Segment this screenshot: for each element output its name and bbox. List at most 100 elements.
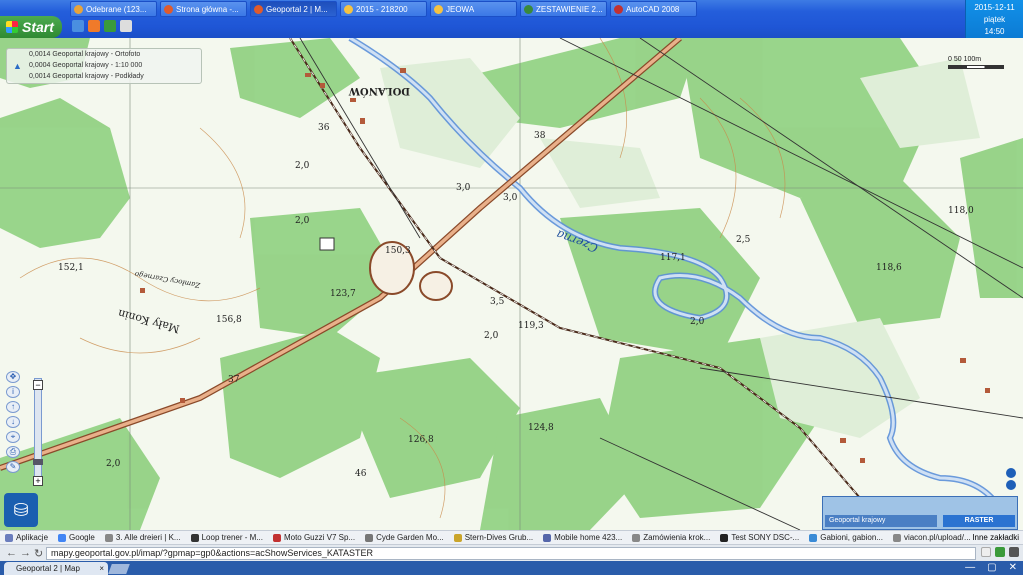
- task-label: Geoportal 2 | M...: [266, 4, 328, 14]
- window-controls: — ▢ ✕: [965, 562, 1017, 573]
- bookmark-favicon-icon: [104, 533, 113, 542]
- bookmark-item[interactable]: Stern-Dives Grub...: [449, 533, 538, 542]
- new-tab-button[interactable]: [108, 564, 130, 574]
- bookmark-label: viacon.pl/upload/...: [903, 533, 971, 542]
- print-icon[interactable]: ⎙: [6, 446, 20, 458]
- measure-icon[interactable]: ⌖: [6, 431, 20, 443]
- maximize-icon[interactable]: ▢: [987, 562, 996, 573]
- layer-row[interactable]: 0,0014 Geoportal krajowy - Ortofoto: [7, 49, 201, 60]
- other-bookmarks[interactable]: Inne zakładki: [972, 531, 1019, 544]
- navigate-up-icon[interactable]: ↑: [6, 401, 20, 413]
- draw-icon[interactable]: ✎: [6, 461, 20, 473]
- taskbar-task[interactable]: AutoCAD 2008: [610, 1, 697, 17]
- tab-title: Geoportal 2 | Map: [16, 564, 80, 573]
- firefox-icon[interactable]: [88, 20, 100, 32]
- system-tray: 2015-12-11 piątek 14:50: [965, 0, 1023, 38]
- menu-icon[interactable]: [1009, 547, 1019, 557]
- label-h3: 3,0: [503, 193, 518, 203]
- start-label: Start: [22, 19, 54, 35]
- bookmark-label: Stern-Dives Grub...: [464, 533, 534, 542]
- overview-map[interactable]: Geoportal krajowy RASTER: [822, 496, 1018, 530]
- bookmark-item[interactable]: Zamówienia krok...: [627, 533, 715, 542]
- zoom-out-button[interactable]: −: [33, 380, 43, 390]
- overview-expand-icon[interactable]: [1006, 480, 1016, 490]
- label-e10: 117,1: [660, 253, 686, 263]
- back-icon[interactable]: ←: [6, 547, 17, 559]
- bookmark-item[interactable]: Aplikacje: [0, 533, 53, 542]
- quick-launch: [72, 20, 132, 32]
- bookmark-item[interactable]: Cyde Garden Mo...: [360, 533, 449, 542]
- windows-flag-icon: [6, 21, 18, 33]
- navigate-down-icon[interactable]: ↓: [6, 416, 20, 428]
- info-tool-icon[interactable]: i: [6, 386, 20, 398]
- tray-date: 2015-12-11: [974, 3, 1015, 12]
- layer-panel[interactable]: ▲ 0,0014 Geoportal krajowy - Ortofoto 0,…: [6, 48, 202, 84]
- taskbar-task[interactable]: 2015 - 218200: [340, 1, 427, 17]
- overview-status: Geoportal krajowy: [825, 515, 937, 527]
- label-n4: 37: [228, 375, 240, 385]
- zoom-slider[interactable]: [33, 378, 43, 483]
- task-app-icon: [524, 4, 533, 14]
- bookmark-item[interactable]: Test SONY DSC-...: [715, 533, 804, 542]
- label-n3: 46: [355, 469, 367, 479]
- forward-icon[interactable]: →: [20, 547, 31, 559]
- bookmark-label: Zamówienia krok...: [643, 533, 711, 542]
- label-e3: 119,3: [518, 321, 544, 331]
- chrome-icon[interactable]: [104, 20, 116, 32]
- zoom-slider-handle[interactable]: [33, 459, 43, 465]
- collapse-arrow-icon[interactable]: ▲: [13, 61, 22, 71]
- reload-icon[interactable]: ↻: [34, 547, 43, 560]
- tray-day: piątek: [983, 15, 1006, 24]
- label-e7: 124,8: [528, 423, 554, 433]
- bookmark-favicon-icon: [365, 533, 374, 542]
- tab-geoportal[interactable]: Geoportal 2 | Map ×: [4, 562, 108, 575]
- bookmark-item[interactable]: Google: [53, 533, 100, 542]
- label-e5: 118,0: [948, 206, 974, 216]
- taskbar-task[interactable]: Strona główna -...: [160, 1, 247, 17]
- label-h5: 3,5: [490, 297, 505, 307]
- zoom-in-button[interactable]: +: [33, 476, 43, 486]
- taskbar-task[interactable]: ZESTAWIENIE 2...: [520, 1, 607, 17]
- taskbar-task[interactable]: Geoportal 2 | M...: [250, 1, 337, 17]
- bookmark-item[interactable]: viacon.pl/upload/...: [888, 533, 976, 542]
- tray-time[interactable]: 14:50: [966, 26, 1023, 38]
- bookmark-item[interactable]: 3. Alle dreieri | K...: [100, 533, 186, 542]
- taskbar-task[interactable]: Odebrane (123...: [70, 1, 157, 17]
- bookmark-item[interactable]: Mobile home 423...: [538, 533, 627, 542]
- label-e2: 150,3: [385, 246, 411, 256]
- topographic-map: DOLANÓW Czerna Mały Konin Zamłocy Czarne…: [0, 38, 1023, 530]
- bookmark-item[interactable]: Moto Guzzi V7 Sp...: [268, 533, 360, 542]
- bookmark-favicon-icon: [190, 533, 199, 542]
- minimize-icon[interactable]: —: [965, 562, 975, 573]
- close-window-icon[interactable]: ✕: [1009, 562, 1017, 573]
- start-button[interactable]: Start: [0, 16, 62, 38]
- bookmark-item[interactable]: Gabioni, gabion...: [804, 533, 888, 542]
- address-bar: ← → ↻ mapy.geoportal.gov.pl/imap/?gpmap=…: [0, 544, 1023, 561]
- task-label: AutoCAD 2008: [626, 4, 680, 14]
- task-label: Strona główna -...: [176, 4, 239, 14]
- map-canvas[interactable]: DOLANÓW Czerna Mały Konin Zamłocy Czarne…: [0, 38, 1023, 530]
- star-icon[interactable]: [981, 547, 991, 557]
- explorer-icon[interactable]: [120, 20, 132, 32]
- label-e1: 123,7: [330, 289, 356, 299]
- label-n1: 36: [318, 123, 330, 133]
- layer-row[interactable]: 0,0004 Geoportal krajowy - 1:10 000: [7, 60, 201, 71]
- overview-toggle-icon[interactable]: [1006, 468, 1016, 478]
- scale-label: 0 50 100m: [948, 56, 982, 63]
- bookmark-item[interactable]: Loop trener - M...: [186, 533, 268, 542]
- bookmark-favicon-icon: [5, 533, 13, 542]
- pan-tool-icon[interactable]: ✥: [6, 371, 20, 383]
- label-n2: 38: [534, 131, 546, 141]
- label-h4: 2,0: [295, 216, 310, 226]
- bookmark-label: Cyde Garden Mo...: [376, 533, 444, 542]
- url-field[interactable]: mapy.geoportal.gov.pl/imap/?gpmap=gp0&ac…: [46, 547, 976, 560]
- desktop-icon[interactable]: [72, 20, 84, 32]
- close-tab-icon[interactable]: ×: [99, 562, 104, 575]
- bookmark-label: 3. Alle dreieri | K...: [115, 533, 181, 542]
- raster-button[interactable]: RASTER: [943, 515, 1015, 527]
- taskbar-task[interactable]: JEOWA: [430, 1, 517, 17]
- layer-row[interactable]: 0,0014 Geoportal krajowy - Podkłady: [7, 71, 201, 82]
- extension-icon[interactable]: [995, 547, 1005, 557]
- overview-controls: [1006, 468, 1020, 498]
- geoportal-logo-icon[interactable]: ⛁: [4, 493, 38, 527]
